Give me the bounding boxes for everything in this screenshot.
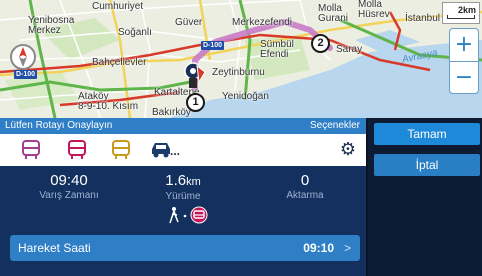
tram-icon[interactable] <box>110 140 132 160</box>
route-start-marker[interactable]: 1 <box>186 93 205 112</box>
walk-stat: 1.6km Yürüme <box>138 172 228 202</box>
zoom-out-button[interactable]: − <box>450 61 478 94</box>
gear-icon[interactable]: ⚙ <box>340 141 356 159</box>
walk-icon <box>169 206 208 224</box>
departure-time-row[interactable]: Hareket Saati 09:10 > <box>10 235 360 261</box>
cancel-button[interactable]: İptal <box>374 154 480 176</box>
transfers-stat: 0 Aktarma <box>260 172 350 201</box>
place-label-yenidogan: Yenidoğan <box>222 91 269 102</box>
transfers-count: 0 <box>300 172 310 189</box>
action-column: Tamam İptal <box>366 118 482 276</box>
ok-button[interactable]: Tamam <box>374 123 480 145</box>
place-label-cumhuriyet: Cumhuriyet <box>92 1 144 12</box>
train-icon[interactable] <box>66 140 88 160</box>
place-label-zeytinburnu: Zeytinburnu <box>212 67 265 78</box>
place-label-soganli: Soğanlı <box>118 27 152 38</box>
place-label-sumbul: Sümbül Efendi <box>260 39 294 60</box>
departure-label: Hareket Saati <box>18 241 91 255</box>
route-panel-header: Lütfen Rotayı Onaylayın Seçenekler <box>0 118 366 134</box>
place-label-atakoy: Ataköy 8-9-10. Kısım <box>78 91 139 112</box>
chevron-right-icon: > <box>343 241 351 255</box>
walk-distance: 1.6 <box>165 172 187 189</box>
highway-shield: D-100 <box>201 41 225 50</box>
arrival-stat: 09:40 Varış Zamanı <box>24 172 114 201</box>
highway-shield: D-100 <box>14 70 38 79</box>
arrival-time: 09:40 <box>50 172 88 189</box>
route-legs <box>166 206 216 224</box>
zoom-in-button[interactable]: + <box>450 29 478 61</box>
place-label-bakirkoy: Bakırköy <box>152 107 191 118</box>
map-view[interactable]: Cumhuriyet Yenibosna Merkez Soğanlı Güve… <box>0 0 482 118</box>
transport-mode-bar: ... ⚙ <box>0 134 366 166</box>
place-label-bahcelievler: Bahçelievler <box>92 57 147 68</box>
place-label-merkezefendi: Merkezefendi <box>232 17 293 28</box>
bus-icon[interactable] <box>20 140 42 160</box>
place-label-molla-husrev: Molla Hüsrev <box>358 0 390 20</box>
app-window: Cumhuriyet Yenibosna Merkez Soğanlı Güve… <box>0 0 482 276</box>
compass-icon[interactable] <box>10 44 36 70</box>
walk-label: Yürüme <box>165 191 201 202</box>
place-label-yenibosna: Yenibosna Merkez <box>28 15 75 36</box>
place-label-guven: Güver <box>175 17 203 28</box>
more-modes-label: ... <box>170 144 181 158</box>
transfers-label: Aktarma <box>286 190 324 201</box>
place-label-saray: Saray <box>336 44 363 55</box>
place-label-molla-gurani: Molla Gurani <box>318 3 349 24</box>
place-label-istanbul: İstanbul <box>405 13 441 24</box>
panel-title: Lütfen Rotayı Onaylayın <box>5 120 113 131</box>
route-end-marker[interactable]: 2 <box>311 34 330 53</box>
departure-time: 09:10 <box>303 241 334 255</box>
divider <box>366 118 368 276</box>
walk-unit: km <box>186 176 201 188</box>
car-icon[interactable]: ... <box>150 140 186 160</box>
arrival-label: Varış Zamanı <box>39 190 99 201</box>
options-link[interactable]: Seçenekler <box>310 118 360 134</box>
map-scale: 2km <box>442 2 480 24</box>
zoom-control: + − <box>449 28 479 94</box>
current-location-pin <box>183 62 207 88</box>
